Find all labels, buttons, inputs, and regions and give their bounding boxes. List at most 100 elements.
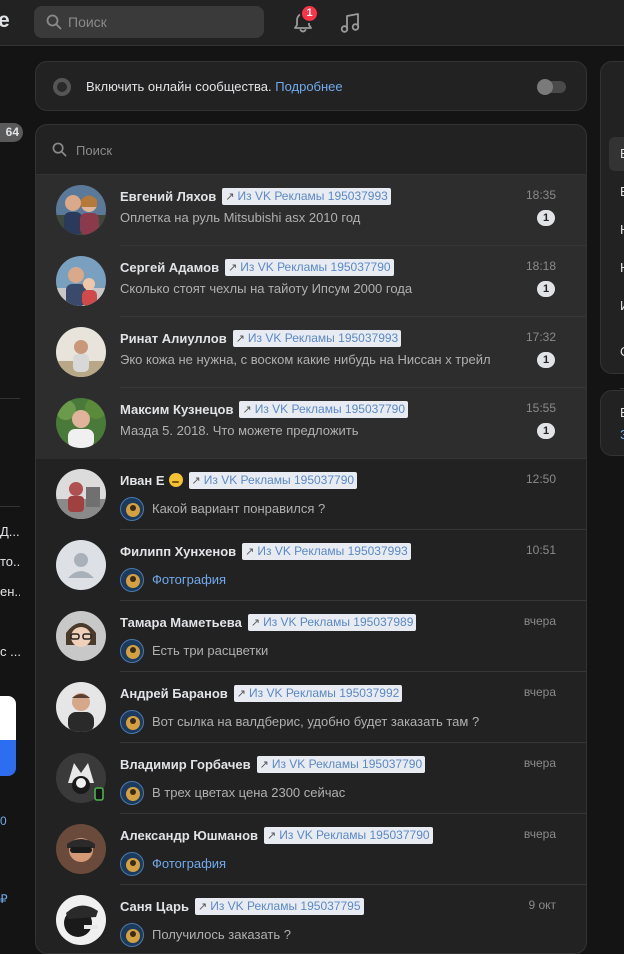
top-bar: e 1 xyxy=(0,0,624,46)
avatar[interactable] xyxy=(56,895,106,945)
right-menu-item[interactable]: Н xyxy=(620,222,624,237)
right-info-card: В З xyxy=(600,390,624,456)
mobile-online-icon xyxy=(94,787,104,801)
contact-name[interactable]: Филипп Хунхенов xyxy=(120,544,236,559)
sender-avatar xyxy=(120,781,144,805)
conversation-row[interactable]: Иван Е ↗ Из VK Рекламы 195037790 12:50 Ка… xyxy=(36,459,586,530)
right-menu-item[interactable]: И xyxy=(620,298,624,313)
right-card-link[interactable]: З xyxy=(620,427,624,442)
right-menu-panel: В В Н Н И С xyxy=(600,61,624,389)
contact-name[interactable]: Александр Юшманов xyxy=(120,828,258,843)
right-menu-item[interactable]: В xyxy=(620,184,624,199)
tag-id: 195037992 xyxy=(339,686,400,700)
avatar[interactable] xyxy=(56,256,106,306)
tag-id: 195037790 xyxy=(344,402,405,416)
source-tag[interactable]: ↗ Из VK Рекламы 195037790 xyxy=(225,258,394,276)
online-community-banner: Включить онлайн сообщества. Подробнее xyxy=(35,61,587,111)
source-tag[interactable]: ↗ Из VK Рекламы 195037790 xyxy=(239,400,408,418)
message-time: 15:55 xyxy=(525,401,556,415)
right-menu-item[interactable]: Н xyxy=(620,260,624,275)
source-tag[interactable]: ↗ Из VK Рекламы 195037795 xyxy=(194,897,364,915)
source-tag[interactable]: ↗ Из VK Рекламы 195037790 xyxy=(256,755,426,773)
message-time: вчера xyxy=(523,685,556,699)
top-search-input[interactable] xyxy=(68,6,258,38)
logo[interactable]: e xyxy=(0,9,10,33)
photo-attachment-link[interactable]: Фотография xyxy=(152,856,512,871)
tag-prefix: Из VK Рекламы xyxy=(203,473,291,487)
avatar[interactable] xyxy=(56,469,106,519)
online-toggle[interactable] xyxy=(537,79,566,95)
avatar[interactable] xyxy=(56,753,106,803)
contact-name[interactable]: Максим Кузнецов xyxy=(120,402,233,417)
unread-count-badge: 1 xyxy=(537,423,555,439)
name-line: Максим Кузнецов ↗ Из VK Рекламы 195037790 xyxy=(120,400,408,418)
messages-search[interactable] xyxy=(36,125,586,175)
message-time: 18:18 xyxy=(525,259,556,273)
conversation-row[interactable]: Александр Юшманов ↗ Из VK Рекламы 1950377… xyxy=(36,814,586,885)
left-nav-item[interactable]: то... xyxy=(0,554,20,569)
photo-attachment-link[interactable]: Фотография xyxy=(152,572,512,587)
right-menu-item[interactable]: С xyxy=(620,344,624,359)
left-link[interactable]: ₽ xyxy=(0,892,8,906)
contact-name[interactable]: Андрей Баранов xyxy=(120,686,228,701)
contact-name[interactable]: Сергей Адамов xyxy=(120,260,219,275)
conversation-row[interactable]: Ринат Алиуллов ↗ Из VK Рекламы 195037993 … xyxy=(36,317,586,388)
conversation-row[interactable]: Андрей Баранов ↗ Из VK Рекламы 195037992 … xyxy=(36,672,586,743)
avatar[interactable] xyxy=(56,611,106,661)
conversation-row[interactable]: Евгений Ляхов ↗ Из VK Рекламы 195037993 1… xyxy=(36,175,586,246)
avatar[interactable] xyxy=(56,540,106,590)
name-line: Тамара Маметьева ↗ Из VK Рекламы 19503798… xyxy=(120,613,417,631)
avatar[interactable] xyxy=(56,824,106,874)
right-menu-item[interactable]: В xyxy=(620,146,624,161)
tag-id: 195037993 xyxy=(347,544,408,558)
left-link[interactable]: 0 xyxy=(0,814,7,828)
tag-id: 195037993 xyxy=(338,331,399,345)
left-promo-card[interactable] xyxy=(0,696,16,776)
top-search[interactable] xyxy=(34,6,264,38)
source-tag[interactable]: ↗ Из VK Рекламы 195037790 xyxy=(188,471,358,489)
left-nav-item[interactable]: Д... xyxy=(0,524,20,539)
contact-name[interactable]: Саня Царь xyxy=(120,899,189,914)
name-line: Евгений Ляхов ↗ Из VK Рекламы 195037993 xyxy=(120,187,391,205)
tag-id: 195037790 xyxy=(369,828,430,842)
tag-prefix: Из VK Рекламы xyxy=(263,615,350,629)
arrow-icon: ↗ xyxy=(245,545,255,558)
tag-prefix: Из VK Рекламы xyxy=(254,402,342,416)
source-tag[interactable]: ↗ Из VK Рекламы 195037993 xyxy=(232,329,402,347)
contact-name[interactable]: Иван Е xyxy=(120,473,165,488)
tag-prefix: Из VK Рекламы xyxy=(237,189,325,203)
avatar[interactable] xyxy=(56,185,106,235)
contact-name[interactable]: Владимир Горбачев xyxy=(120,757,251,772)
left-nav-item[interactable]: с ... xyxy=(0,644,20,659)
source-tag[interactable]: ↗ Из VK Рекламы 195037993 xyxy=(242,542,411,560)
source-tag[interactable]: ↗ Из VK Рекламы 195037989 xyxy=(247,613,417,631)
conversation-row[interactable]: Филипп Хунхенов ↗ Из VK Рекламы 195037993… xyxy=(36,530,586,601)
conversation-row[interactable]: Саня Царь ↗ Из VK Рекламы 195037795 9 окт… xyxy=(36,885,586,953)
unread-count-badge: 1 xyxy=(537,210,555,226)
music-icon[interactable] xyxy=(338,10,364,36)
conversation-row[interactable]: Максим Кузнецов ↗ Из VK Рекламы 195037790… xyxy=(36,388,586,459)
contact-name[interactable]: Ринат Алиуллов xyxy=(120,331,227,346)
conversation-row[interactable]: Владимир Горбачев ↗ Из VK Рекламы 1950377… xyxy=(36,743,586,814)
source-tag[interactable]: ↗ Из VK Рекламы 195037993 xyxy=(222,187,391,205)
source-tag[interactable]: ↗ Из VK Рекламы 195037790 xyxy=(264,826,433,844)
name-line: Ринат Алиуллов ↗ Из VK Рекламы 195037993 xyxy=(120,329,402,347)
left-nav-item[interactable]: ен... xyxy=(0,584,20,599)
name-line: Иван Е ↗ Из VK Рекламы 195037790 xyxy=(120,471,358,489)
sender-avatar xyxy=(120,852,144,876)
avatar[interactable] xyxy=(56,327,106,377)
messages-search-input[interactable] xyxy=(76,125,556,175)
learn-more-link[interactable]: Подробнее xyxy=(275,79,342,94)
name-line: Сергей Адамов ↗ Из VK Рекламы 195037790 xyxy=(120,258,394,276)
arrow-icon: ↗ xyxy=(267,829,277,842)
contact-name[interactable]: Тамара Маметьева xyxy=(120,615,242,630)
avatar[interactable] xyxy=(56,398,106,448)
right-menu-divider xyxy=(620,388,624,389)
contact-name[interactable]: Евгений Ляхов xyxy=(120,189,216,204)
name-line: Саня Царь ↗ Из VK Рекламы 195037795 xyxy=(120,897,364,915)
conversation-row[interactable]: Сергей Адамов ↗ Из VK Рекламы 195037790 1… xyxy=(36,246,586,317)
conversation-row[interactable]: Тамара Маметьева ↗ Из VK Рекламы 19503798… xyxy=(36,601,586,672)
sender-avatar xyxy=(120,639,144,663)
source-tag[interactable]: ↗ Из VK Рекламы 195037992 xyxy=(233,684,403,702)
avatar[interactable] xyxy=(56,682,106,732)
